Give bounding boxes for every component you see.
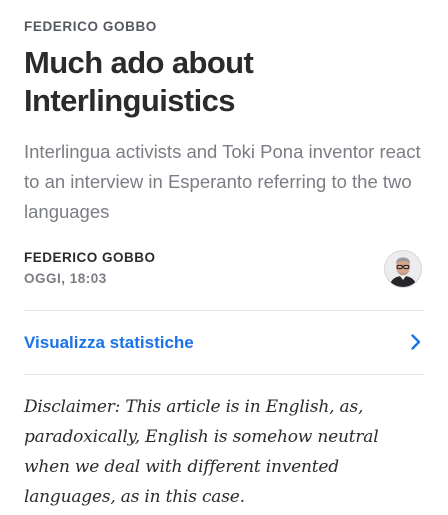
author-name[interactable]: FEDERICO GOBBO bbox=[24, 250, 156, 265]
view-statistics-link[interactable]: Visualizza statistiche bbox=[24, 311, 424, 374]
article-kicker[interactable]: FEDERICO GOBBO bbox=[24, 19, 157, 34]
byline: FEDERICO GOBBO OGGI, 18:03 bbox=[24, 250, 424, 290]
divider-bottom bbox=[24, 374, 424, 375]
article-disclaimer: Disclaimer: This article is in English, … bbox=[24, 397, 379, 507]
view-statistics-label: Visualizza statistiche bbox=[24, 333, 194, 352]
article-title: Much ado about Interlinguistics bbox=[24, 45, 254, 118]
author-avatar[interactable] bbox=[384, 250, 422, 288]
article-subtitle: Interlingua activists and Toki Pona inve… bbox=[24, 141, 421, 222]
author-photo-icon bbox=[385, 251, 421, 287]
chevron-right-icon bbox=[411, 334, 421, 350]
post-timestamp: OGGI, 18:03 bbox=[24, 271, 107, 286]
